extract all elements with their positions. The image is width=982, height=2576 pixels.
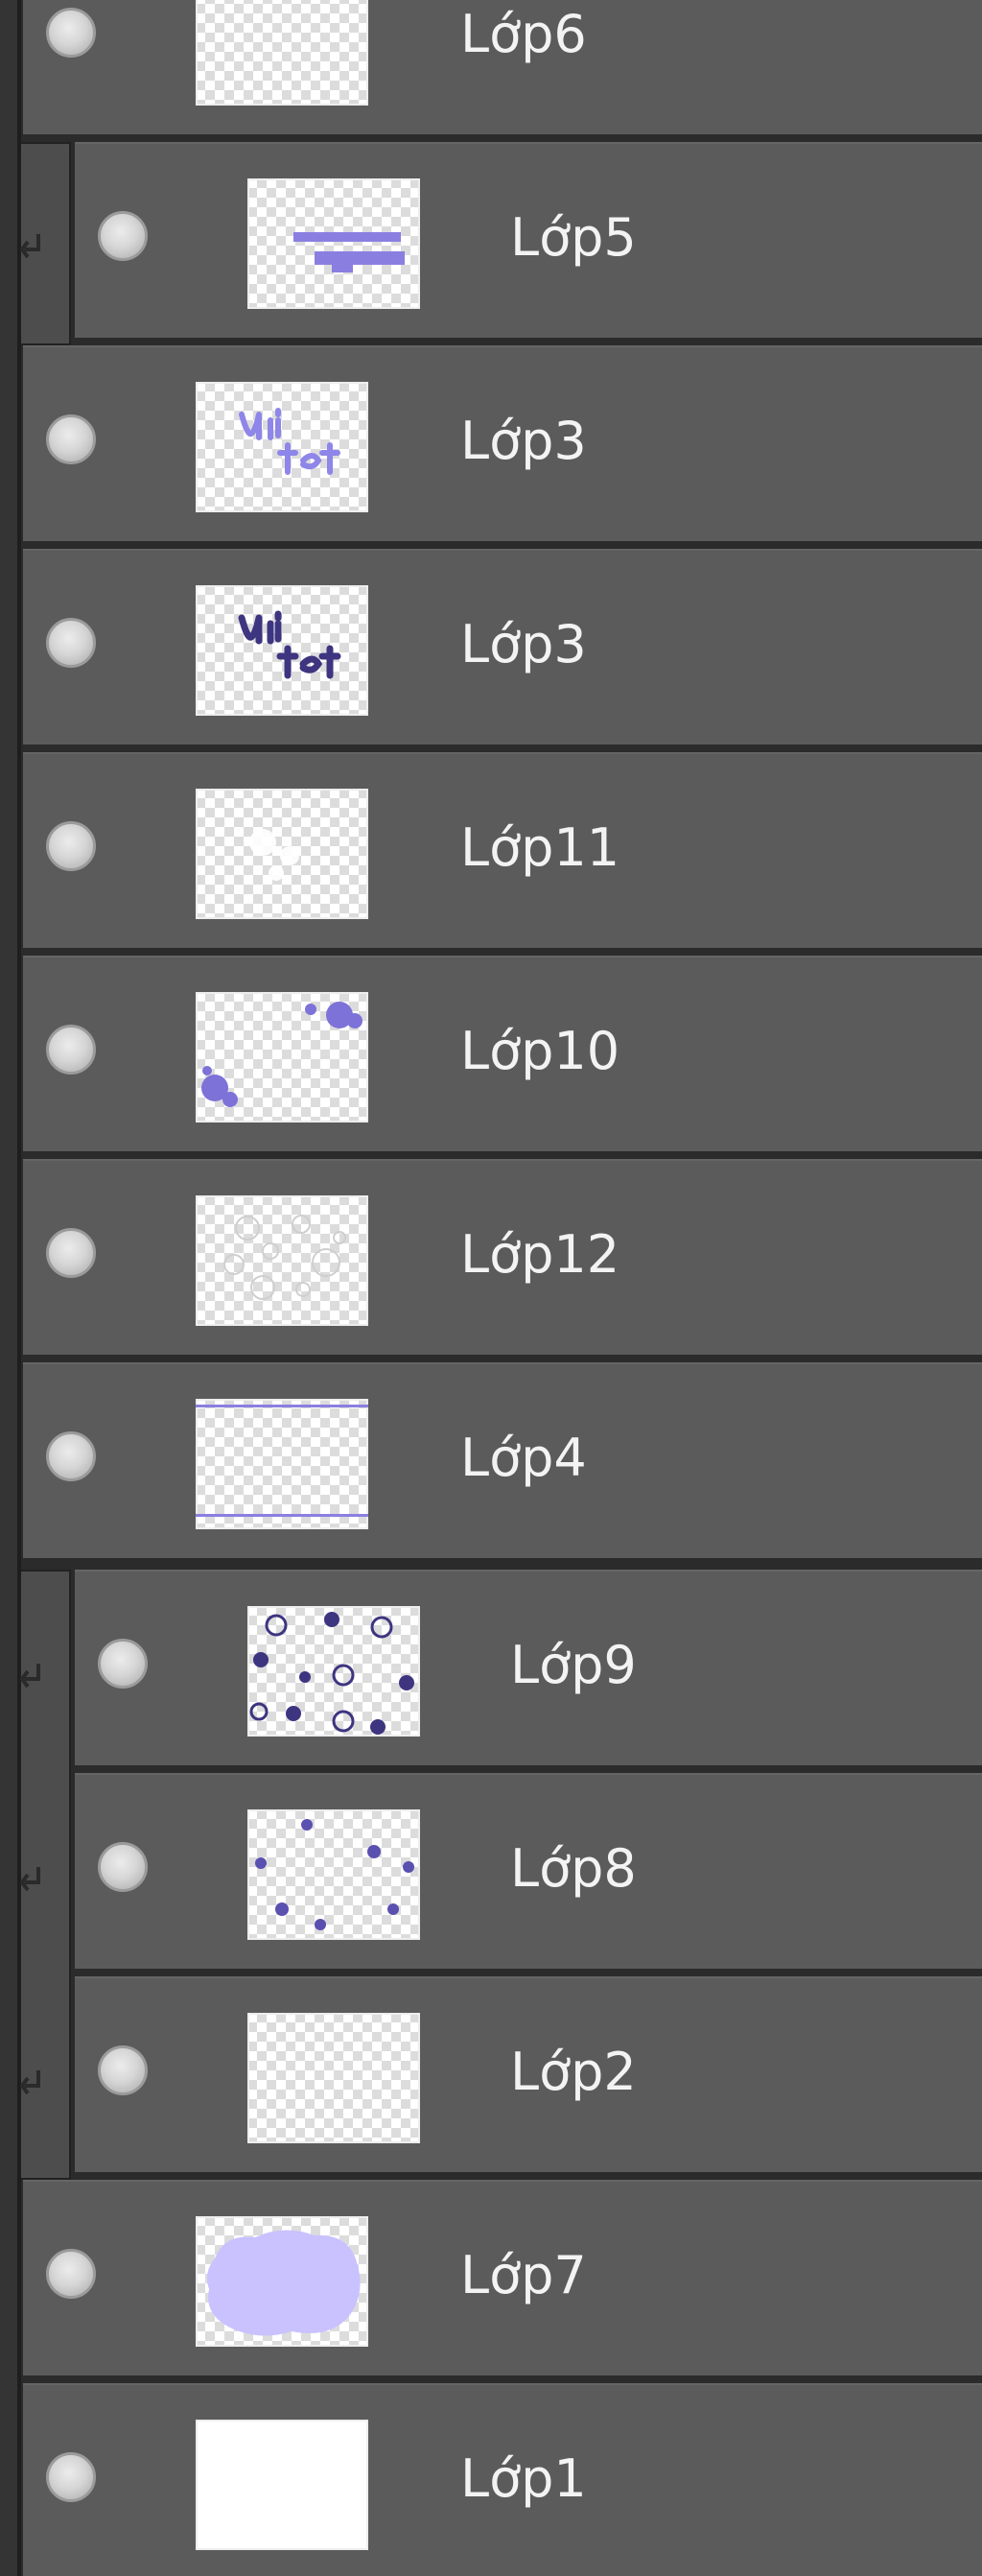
layer-row[interactable]: Lớp5 <box>75 142 982 338</box>
layer-thumbnail <box>247 1606 420 1737</box>
thumbnail-lavender-blob <box>207 2230 361 2336</box>
layer-row[interactable]: Lớp7 <box>23 2180 982 2375</box>
layer-row[interactable]: Lớp2 <box>75 1976 982 2172</box>
layer-name: Lớp3 <box>460 614 587 674</box>
thumbnail-purple-bars <box>293 232 405 272</box>
layer-row[interactable]: Lớp6 <box>23 0 982 134</box>
layer-name: Lớp1 <box>460 2448 587 2509</box>
clipping-group-bar <box>19 1570 71 2180</box>
clipping-arrow-icon <box>19 232 46 261</box>
layer-name: Lớp12 <box>460 1224 620 1285</box>
eye-toggle-icon[interactable] <box>46 1431 96 1481</box>
layer-thumbnail <box>196 585 368 716</box>
thumbnail-purple-flower-pattern <box>255 1819 414 1930</box>
layer-thumbnail <box>196 2420 368 2550</box>
layer-name: Lớp3 <box>460 411 587 471</box>
layer-row[interactable]: Lớp3 <box>23 549 982 744</box>
thumbnail-purple-fruits <box>201 1002 362 1107</box>
layer-thumbnail <box>196 0 368 106</box>
eye-toggle-icon[interactable] <box>46 1228 96 1278</box>
eye-toggle-icon[interactable] <box>46 821 96 871</box>
clipping-arrow-icon <box>19 1662 46 1690</box>
clipping-arrow-icon <box>19 2068 46 2097</box>
layer-row[interactable]: Lớp12 <box>23 1159 982 1355</box>
layer-thumbnail <box>196 1195 368 1326</box>
eye-toggle-icon[interactable] <box>46 2249 96 2299</box>
thumbnail-white-sparkles <box>249 829 299 881</box>
layer-row[interactable]: Lớp9 <box>75 1570 982 1765</box>
thumbnail-light-purple-lettering <box>239 408 340 475</box>
layer-thumbnail <box>196 789 368 919</box>
layer-row[interactable]: Lớp3 <box>23 345 982 541</box>
layer-name: Lớp2 <box>510 2042 637 2102</box>
clipping-group-bar <box>19 142 71 345</box>
layer-name: Lớp5 <box>510 207 637 268</box>
eye-toggle-icon[interactable] <box>98 2045 148 2095</box>
thumbnail-purple-dots-pattern <box>249 1612 414 1735</box>
layer-row[interactable]: Lớp10 <box>23 956 982 1151</box>
thumbnail-dark-purple-lettering <box>238 610 341 679</box>
thumbnail-white-circle-outlines <box>223 1215 346 1300</box>
panel-left-edge <box>0 0 21 2576</box>
layer-row[interactable]: Lớp1 <box>23 2383 982 2576</box>
layer-thumbnail <box>196 992 368 1123</box>
layer-row[interactable]: Lớp8 <box>75 1773 982 1969</box>
layer-name: Lớp11 <box>460 817 620 878</box>
layer-thumbnail <box>247 2013 420 2143</box>
layers-panel: Lớp6 Lớp5 Lớp3 Lớp3 Lớp11 Lớp10 Lớp12 Lớ… <box>0 0 982 2576</box>
layer-thumbnail <box>247 1809 420 1940</box>
layer-name: Lớp9 <box>510 1635 637 1695</box>
eye-toggle-icon[interactable] <box>46 1025 96 1075</box>
layer-thumbnail <box>196 382 368 512</box>
layer-row[interactable]: Lớp4 <box>23 1362 982 1558</box>
thumbnail-purple-lines <box>196 1405 368 1517</box>
layer-name: Lớp7 <box>460 2245 587 2305</box>
layer-name: Lớp10 <box>460 1021 620 1081</box>
layer-name: Lớp4 <box>460 1428 587 1488</box>
eye-toggle-icon[interactable] <box>98 1842 148 1892</box>
layer-thumbnail <box>196 1399 368 1529</box>
eye-toggle-icon[interactable] <box>98 1639 148 1689</box>
layer-thumbnail <box>247 178 420 309</box>
layer-thumbnail <box>196 2216 368 2347</box>
layer-name: Lớp8 <box>510 1838 637 1899</box>
layer-name: Lớp6 <box>460 4 587 64</box>
clipping-arrow-icon <box>19 1865 46 1894</box>
eye-toggle-icon[interactable] <box>46 8 96 58</box>
eye-toggle-icon[interactable] <box>46 618 96 668</box>
eye-toggle-icon[interactable] <box>98 211 148 261</box>
eye-toggle-icon[interactable] <box>46 414 96 464</box>
layer-row[interactable]: Lớp11 <box>23 752 982 948</box>
eye-toggle-icon[interactable] <box>46 2452 96 2502</box>
